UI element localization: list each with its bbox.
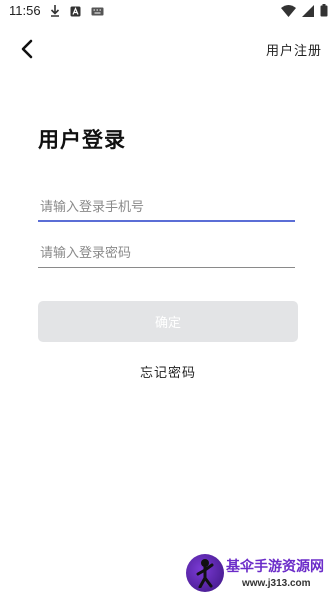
phone-input[interactable] (38, 188, 295, 220)
back-arrow-icon (21, 39, 33, 59)
keyboard-icon (91, 7, 104, 15)
battery-icon (320, 4, 328, 17)
phone-field (38, 188, 295, 222)
signal-icon (302, 4, 314, 17)
password-field (38, 234, 295, 268)
wifi-icon (281, 4, 296, 17)
password-input[interactable] (38, 234, 295, 267)
forgot-password-link[interactable]: 忘记密码 (0, 362, 336, 381)
status-system-icons (281, 4, 328, 17)
register-link[interactable]: 用户注册 (266, 40, 322, 59)
download-icon (50, 5, 60, 17)
back-button[interactable] (14, 36, 40, 62)
watermark: 基伞手游资源网 www.j313.com (186, 554, 334, 598)
status-bar: 11:56 (0, 0, 336, 24)
page-title: 用户登录 (38, 128, 126, 152)
watermark-title: 基伞手游资源网 (226, 559, 324, 575)
watermark-logo-icon (186, 554, 224, 592)
status-time: 11:56 (9, 3, 41, 18)
a-icon (70, 6, 81, 16)
status-notification-icons (50, 5, 104, 17)
watermark-url: www.j313.com (242, 578, 311, 589)
confirm-button[interactable]: 确定 (38, 301, 298, 342)
